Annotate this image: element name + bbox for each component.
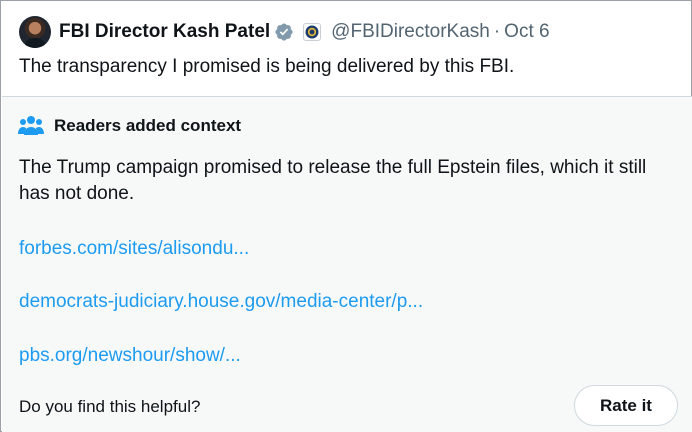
tweet-card: FBI Director Kash Patel @FBIDirectorKash… [0,0,692,432]
fbi-seal-icon[interactable] [303,23,322,41]
source-link-house-judiciary[interactable]: democrats-judiciary.house.gov/media-cent… [19,291,423,313]
note-body: The Trump campaign promised to release t… [19,157,647,204]
source-link-pbs[interactable]: pbs.org/newshour/show/... [19,345,241,367]
community-note: Readers added context The Trump campaign… [2,96,692,432]
verified-badge-icon [275,23,293,41]
helpful-prompt: Do you find this helpful? [19,397,201,416]
separator-dot: · [493,21,501,42]
tweet-date[interactable]: Oct 6 [504,21,549,43]
note-header: Readers added context [18,115,241,137]
tweet-text: The transparency I promised is being del… [19,56,515,77]
people-icon [18,116,44,135]
author-handle[interactable]: @FBIDirectorKash [331,21,490,43]
tweet-header: FBI Director Kash Patel @FBIDirectorKash… [19,15,550,49]
source-link-forbes[interactable]: forbes.com/sites/alisondu... [19,238,249,260]
author-avatar[interactable] [19,16,51,48]
author-name[interactable]: FBI Director Kash Patel [59,21,270,43]
note-title: Readers added context [54,116,242,135]
rate-it-button[interactable]: Rate it [574,385,678,426]
